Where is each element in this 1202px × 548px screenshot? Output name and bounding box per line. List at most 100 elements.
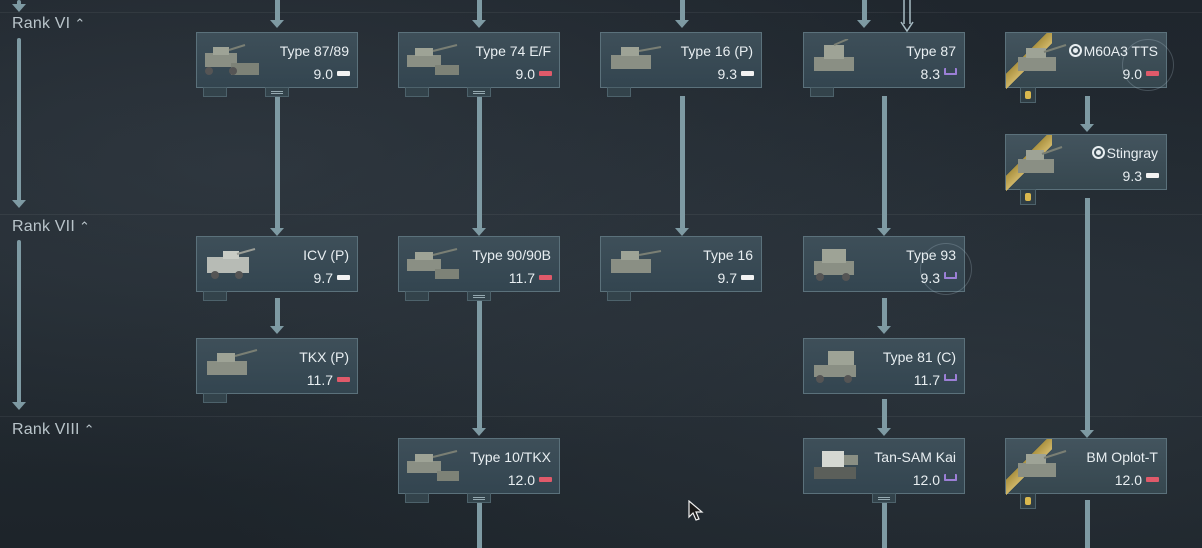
status-flag-icon	[1146, 477, 1159, 482]
vehicle-card-type-10[interactable]: Type 10/TKX 12.0	[398, 438, 560, 503]
tank-thumbnail-icon	[407, 248, 459, 279]
folder-icon[interactable]	[265, 87, 289, 97]
card-tab	[203, 393, 227, 403]
link-16p-to-16	[675, 96, 689, 236]
vehicle-name: Type 16	[703, 247, 753, 263]
folder-icon[interactable]	[872, 493, 896, 503]
status-flag-icon	[741, 275, 754, 280]
vehicle-card-type-87-89[interactable]: Type 87/89 9.0	[196, 32, 358, 97]
tank-thumbnail-icon	[611, 250, 662, 273]
tank-thumbnail-icon	[407, 450, 459, 481]
squad-target-icon	[1068, 44, 1082, 57]
tank-thumbnail-icon	[814, 351, 856, 383]
vehicle-card-type-16[interactable]: Type 16 9.7	[600, 236, 762, 301]
tank-thumbnail-icon	[814, 451, 858, 479]
vehicle-card-tkx-p[interactable]: TKX (P) 11.7	[196, 338, 358, 403]
battle-rating: 11.7	[508, 270, 535, 286]
vehicle-card-type-81-c[interactable]: Type 81 (C) 11.7	[803, 338, 965, 394]
vehicle-card-icv-p[interactable]: ICV (P) 9.7	[196, 236, 358, 301]
vehicle-name-line: Stingray	[1091, 145, 1158, 161]
vehicle-card-m60a3-tts[interactable]: M60A3 TTS 9.0	[1005, 32, 1174, 103]
rank-vii-label: Rank VII	[12, 218, 75, 235]
status-flag-icon	[944, 68, 957, 75]
vehicle-name: Type 90/90B	[472, 247, 551, 263]
rank-viii-label: Rank VIII	[12, 421, 80, 438]
rank-vi-header[interactable]: Rank VI ⌃	[12, 15, 85, 33]
vehicle-card-type-74-ef[interactable]: Type 74 E/F 9.0	[398, 32, 560, 97]
tank-thumbnail-icon	[1018, 450, 1067, 477]
status-flag-icon	[539, 477, 552, 482]
squad-target-icon	[1091, 146, 1105, 159]
tank-thumbnail-icon	[814, 39, 854, 71]
tank-thumbnail-icon	[207, 248, 256, 279]
rank-vii-header[interactable]: Rank VII ⌃	[12, 218, 90, 236]
status-flag-icon	[1146, 173, 1159, 178]
battle-rating: 9.3	[717, 66, 737, 82]
link-74-to-90	[472, 96, 486, 236]
folder-icon[interactable]	[467, 291, 491, 301]
vehicle-name-line: M60A3 TTS	[1068, 43, 1158, 59]
status-flag-icon	[337, 377, 350, 382]
status-flag-icon	[539, 71, 552, 76]
rank-band-viii	[0, 416, 1202, 417]
rank-band-vii	[0, 214, 1202, 215]
status-flag-icon	[337, 275, 350, 280]
rank-viii-header[interactable]: Rank VIII ⌃	[12, 421, 95, 439]
vehicle-card-stingray[interactable]: Stingray 9.3	[1005, 134, 1167, 205]
battle-rating: 12.0	[912, 472, 940, 488]
vehicle-card-type-93[interactable]: Type 93 9.3	[803, 236, 972, 295]
link-90-to-10	[472, 298, 486, 436]
vehicle-card-tan-sam-kai[interactable]: Tan-SAM Kai 12.0	[803, 438, 965, 503]
rank-vi-label: Rank VI	[12, 15, 71, 32]
tank-thumbnail-icon	[814, 249, 854, 281]
link-m60-to-stingray	[1080, 96, 1094, 132]
vehicle-name: Tan-SAM Kai	[874, 449, 956, 465]
folder-icon[interactable]	[467, 87, 491, 97]
vehicle-card-type-16-p[interactable]: Type 16 (P) 9.3	[600, 32, 762, 97]
rank-line-vi	[12, 38, 26, 208]
vehicle-name: TKX (P)	[299, 349, 349, 365]
battle-rating: 9.3	[1122, 168, 1142, 184]
card-tab	[607, 87, 631, 97]
link-icv-to-tkx	[270, 298, 284, 334]
link-in-col3	[675, 0, 689, 28]
vehicle-name: BM Oplot-T	[1086, 449, 1158, 465]
tank-thumbnail-icon	[1018, 44, 1067, 71]
link-out-col5	[1085, 500, 1090, 548]
battle-rating: 12.0	[1114, 472, 1142, 488]
tank-thumbnail-icon	[611, 46, 662, 69]
link-93-to-81	[877, 298, 891, 334]
status-flag-icon	[1146, 71, 1159, 76]
battle-rating: 11.7	[306, 372, 333, 388]
vehicle-name: Type 87	[906, 43, 956, 59]
status-flag-icon	[337, 71, 350, 76]
vehicle-name: M60A3 TTS	[1083, 43, 1158, 59]
tank-thumbnail-icon	[407, 44, 459, 75]
medal-icon	[1020, 87, 1036, 103]
medal-icon	[1020, 189, 1036, 205]
vehicle-card-bm-oplot-t[interactable]: BM Oplot-T 12.0	[1005, 438, 1167, 509]
card-tab	[405, 291, 429, 301]
vehicle-card-type-87[interactable]: Type 87 8.3	[803, 32, 965, 97]
folder-icon[interactable]	[467, 493, 491, 503]
link-87-89-to-icv	[270, 96, 284, 236]
card-tab	[405, 87, 429, 97]
vehicle-card-type-90[interactable]: Type 90/90B 11.7	[398, 236, 560, 301]
status-flag-icon	[539, 275, 552, 280]
chevron-up-icon: ⌃	[74, 16, 86, 31]
link-out-col2	[477, 500, 482, 548]
status-flag-icon	[944, 474, 957, 481]
vehicle-name: Type 16 (P)	[680, 43, 753, 59]
battle-rating: 9.3	[920, 270, 940, 286]
chevron-up-icon: ⌃	[78, 219, 91, 234]
link-in-col2	[472, 0, 486, 28]
card-tab	[203, 87, 227, 97]
vehicle-name: Type 93	[906, 247, 956, 263]
tank-thumbnail-icon	[1018, 146, 1063, 173]
card-tab	[607, 291, 631, 301]
vehicle-name: Type 10/TKX	[470, 449, 551, 465]
battle-rating: 8.3	[920, 66, 940, 82]
vehicle-name: Type 81 (C)	[882, 349, 956, 365]
battle-rating: 9.0	[313, 66, 333, 82]
battle-rating: 9.7	[313, 270, 333, 286]
